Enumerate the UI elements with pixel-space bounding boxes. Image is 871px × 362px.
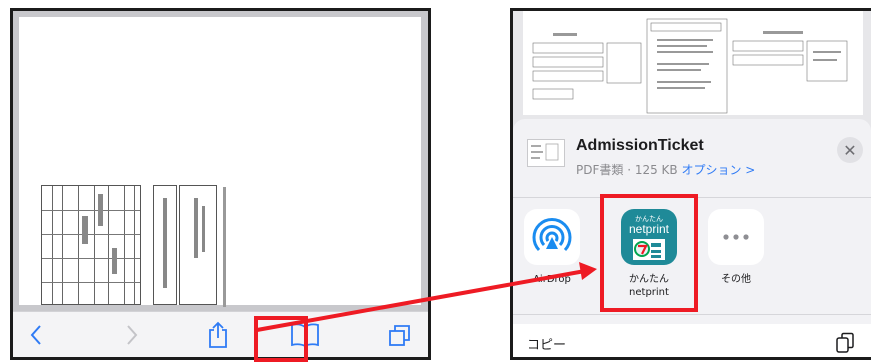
- file-name: AdmissionTicket: [576, 137, 704, 154]
- app-more[interactable]: その他: [703, 209, 769, 286]
- form-side-text: [223, 187, 226, 307]
- left-phone-screen: [10, 8, 431, 360]
- app-label-more: その他: [721, 274, 751, 285]
- app-airdrop[interactable]: AirDrop: [519, 209, 585, 286]
- back-button[interactable]: [21, 320, 51, 350]
- share-button-highlight: [254, 316, 308, 362]
- options-link[interactable]: オプション >: [681, 163, 755, 177]
- airdrop-icon: [524, 209, 580, 265]
- copy-action[interactable]: コピー: [513, 324, 871, 357]
- form-address-box: [179, 185, 217, 305]
- tabs-icon: [389, 325, 410, 346]
- form-table: [41, 185, 141, 305]
- share-button[interactable]: [202, 320, 234, 350]
- copy-label: コピー: [527, 338, 567, 353]
- copy-icon: [835, 332, 855, 357]
- app-label-airdrop: AirDrop: [533, 274, 571, 285]
- forward-button[interactable]: [117, 320, 147, 350]
- close-button[interactable]: ✕: [837, 137, 863, 163]
- share-icon: [209, 321, 227, 348]
- chevron-right-icon: [127, 325, 138, 345]
- file-thumbnail: [527, 139, 565, 167]
- browser-toolbar: [13, 311, 428, 357]
- form-side-box: [153, 185, 177, 305]
- file-meta: PDF書類 · 125 KB オプション >: [576, 161, 755, 178]
- file-meta-text: PDF書類 · 125 KB: [576, 163, 678, 177]
- tabs-button[interactable]: [385, 320, 415, 350]
- pdf-page: [19, 17, 421, 307]
- share-sheet-header: AdmissionTicket PDF書類 · 125 KB オプション > ✕: [513, 119, 871, 197]
- netprint-highlight: [600, 194, 698, 312]
- chevron-left-icon: [30, 325, 41, 345]
- document-preview: [523, 11, 863, 115]
- document-preview-graphic: [532, 18, 848, 114]
- apps-divider: [513, 314, 871, 315]
- more-icon: [708, 209, 764, 265]
